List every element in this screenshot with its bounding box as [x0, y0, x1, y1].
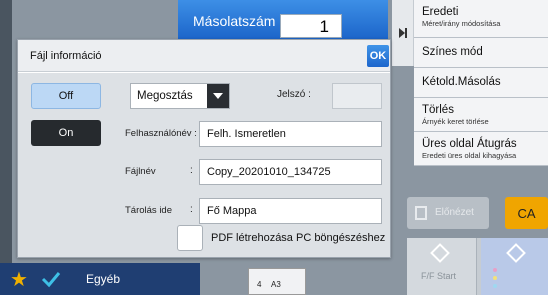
magenta-dot-icon: [493, 268, 497, 272]
preview-label: Előnézet: [435, 207, 474, 218]
tray-number: 4: [257, 280, 262, 289]
pdf-checkbox[interactable]: [177, 225, 203, 251]
side-item-title: Színes mód: [422, 46, 483, 58]
share-select-value: Megosztás: [137, 90, 193, 102]
side-menu: Eredeti Méret/irány módosítása Színes mó…: [414, 0, 548, 200]
file-name-field[interactable]: Copy_20201010_134725: [199, 159, 382, 185]
dropdown-button[interactable]: [207, 84, 229, 108]
cyan-dot-icon: [493, 284, 497, 288]
star-icon[interactable]: ★: [10, 267, 28, 292]
copies-count-field[interactable]: 1: [280, 14, 342, 38]
side-item-erase[interactable]: Törlés Árnyék keret törlése: [414, 98, 548, 132]
on-toggle-button[interactable]: On: [31, 120, 101, 146]
bw-start-button[interactable]: F/F Start: [407, 238, 477, 295]
expand-panel-button[interactable]: [392, 0, 414, 66]
store-to-field[interactable]: Fő Mappa: [199, 198, 382, 224]
side-item-subtitle: Árnyék keret törlése: [422, 117, 489, 126]
side-item-title: Üres oldal Átugrás: [422, 138, 517, 150]
user-name-label: Felhasználónév :: [125, 128, 197, 139]
share-select[interactable]: Megosztás: [130, 83, 230, 109]
file-name-label: Fájlnév: [125, 166, 156, 177]
side-item-duplex[interactable]: Kétold.Másolás: [414, 68, 548, 98]
start-panel: F/F Start: [407, 238, 548, 295]
dialog-header: Fájl információ OK: [18, 40, 390, 72]
left-edge-strip: [0, 0, 12, 295]
file-info-dialog: Fájl információ OK Off On Megosztás Jels…: [17, 39, 391, 258]
side-item-subtitle: Méret/irány módosítása: [422, 19, 501, 28]
side-item-color-mode[interactable]: Színes mód: [414, 38, 548, 68]
file-name-colon: :: [190, 165, 193, 176]
color-start-diamond-icon: [506, 243, 526, 263]
store-to-label: Tárolás ide: [125, 205, 172, 216]
yellow-dot-icon: [493, 276, 497, 280]
other-button[interactable]: Egyéb: [86, 272, 120, 286]
side-item-subtitle: Eredeti üres oldal kihagyása: [422, 151, 517, 160]
password-field[interactable]: [332, 83, 382, 109]
check-icon[interactable]: [40, 269, 62, 289]
password-label: Jelszó :: [277, 89, 311, 100]
side-item-title: Kétold.Másolás: [422, 76, 501, 88]
dialog-title: Fájl információ: [30, 50, 102, 62]
pdf-checkbox-label: PDF létrehozása PC böngészéshez: [211, 232, 386, 244]
side-item-title: Törlés: [422, 104, 454, 116]
chevron-down-icon: [213, 93, 223, 99]
side-item-blank-page-skip[interactable]: Üres oldal Átugrás Eredeti üres oldal ki…: [414, 132, 548, 166]
preview-button[interactable]: Előnézet: [407, 197, 489, 229]
ok-button[interactable]: OK: [367, 45, 389, 67]
off-toggle-button[interactable]: Off: [31, 83, 101, 109]
clear-all-label: CA: [517, 206, 536, 221]
color-start-button[interactable]: [481, 238, 548, 295]
clear-all-button[interactable]: CA: [505, 197, 548, 229]
start-label: F/F Start: [421, 271, 457, 281]
bottom-bar: ★ Egyéb: [0, 263, 200, 295]
start-diamond-icon: [430, 243, 450, 263]
side-item-original[interactable]: Eredeti Méret/irány módosítása: [414, 0, 548, 38]
preview-icon: [415, 206, 427, 220]
play-bar-icon: [405, 28, 407, 38]
paper-size: A3: [271, 280, 281, 289]
user-name-field[interactable]: Felh. Ismeretlen: [199, 121, 382, 147]
dialog-body: Off On Megosztás Jelszó : Felhasználónév…: [18, 73, 390, 257]
side-item-title: Eredeti: [422, 6, 459, 18]
copies-header: Másolatszám 1: [178, 0, 388, 40]
paper-tray-indicator[interactable]: 4 A3: [248, 268, 306, 295]
copies-label: Másolatszám: [193, 13, 276, 29]
store-to-colon: :: [190, 204, 193, 215]
